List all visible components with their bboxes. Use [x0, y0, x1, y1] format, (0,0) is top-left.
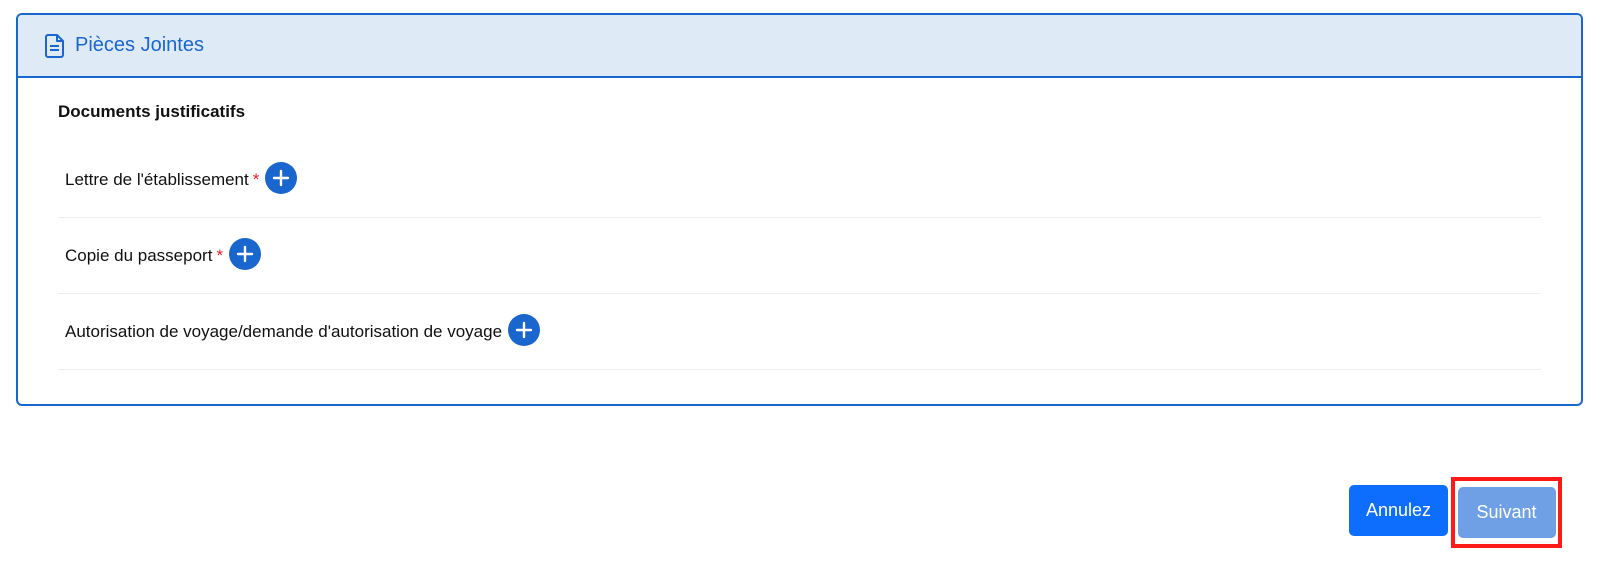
document-label: Copie du passeport [65, 245, 213, 265]
required-marker: * [216, 245, 224, 265]
add-etablissement-letter-button[interactable] [265, 161, 298, 194]
document-label: Lettre de l'établissement [65, 169, 249, 189]
panel-header: Pièces Jointes [18, 15, 1581, 78]
document-label: Autorisation de voyage/demande d'autoris… [65, 321, 503, 341]
panel-title: Pièces Jointes [75, 34, 204, 56]
attachments-panel: Pièces Jointes Documents justificatifs L… [16, 13, 1583, 406]
document-icon [45, 33, 67, 59]
document-row-etablissement-letter: Lettre de l'établissement * [58, 142, 1541, 218]
cancel-button[interactable]: Annulez [1349, 485, 1448, 536]
section-title: Documents justificatifs [58, 102, 246, 121]
panel-body: Documents justificatifs Lettre de l'étab… [18, 78, 1581, 370]
add-travel-authorization-button[interactable] [508, 313, 541, 346]
plus-icon [273, 169, 290, 186]
document-row-passport-copy: Copie du passeport * [58, 218, 1541, 294]
document-row-travel-authorization: Autorisation de voyage/demande d'autoris… [58, 294, 1541, 370]
add-passport-copy-button[interactable] [229, 237, 262, 270]
next-button-highlight: Suivant [1451, 477, 1562, 548]
plus-icon [236, 245, 254, 262]
required-marker: * [252, 169, 260, 189]
next-button[interactable]: Suivant [1457, 487, 1556, 538]
plus-icon [515, 321, 533, 338]
